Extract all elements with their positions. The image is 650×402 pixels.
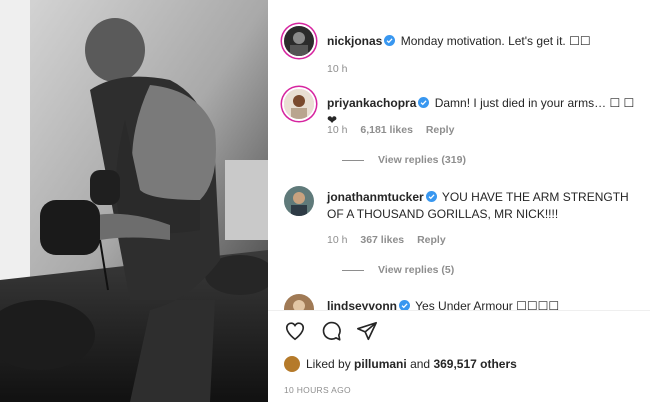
- comments-panel: nickjonas Monday motivation. Let's get i…: [268, 0, 650, 402]
- caption-meta: 10 h: [327, 63, 357, 75]
- commenter-avatar-image: [284, 186, 314, 216]
- verified-icon: [425, 191, 437, 202]
- comment-likes[interactable]: 367 likes: [360, 234, 404, 246]
- liked-by: Liked by pillumani and 369,517 others: [284, 356, 517, 372]
- instagram-post: nickjonas Monday motivation. Let's get i…: [0, 0, 650, 402]
- liked-by-prefix: Liked by: [306, 357, 351, 371]
- reply-button[interactable]: Reply: [426, 124, 455, 136]
- comment-button[interactable]: [320, 320, 342, 342]
- caption-time[interactable]: 10 h: [327, 63, 347, 75]
- post-video[interactable]: [0, 0, 268, 402]
- caption-body: Monday motivation. Let's get it. ☐☐: [400, 34, 591, 48]
- comment-icon: [322, 321, 341, 341]
- likes-count[interactable]: 369,517 others: [433, 357, 516, 371]
- commenter-avatar[interactable]: [284, 89, 314, 119]
- view-replies-label: View replies (5): [378, 264, 455, 276]
- caption-text: nickjonas Monday motivation. Let's get i…: [327, 33, 591, 50]
- author-avatar[interactable]: [284, 26, 314, 56]
- commenter-avatar[interactable]: [284, 294, 314, 310]
- commenter-avatar-image: [284, 294, 314, 310]
- reply-button[interactable]: Reply: [417, 234, 446, 246]
- share-icon: [357, 321, 377, 341]
- view-replies-button[interactable]: View replies (319): [342, 154, 466, 166]
- view-replies-button[interactable]: View replies (5): [342, 264, 454, 276]
- commenter-username[interactable]: lindseyvonn: [327, 299, 397, 310]
- commenter-username[interactable]: priyankachopra: [327, 96, 416, 110]
- verified-icon: [418, 97, 430, 108]
- commenter-avatar-image: [284, 89, 314, 119]
- comment-time[interactable]: 10 h: [327, 124, 347, 136]
- verified-icon: [384, 35, 396, 46]
- liked-by-middle: and: [410, 357, 431, 371]
- author-username[interactable]: nickjonas: [327, 34, 382, 48]
- comment-time[interactable]: 10 h: [327, 234, 347, 246]
- comment-likes[interactable]: 6,181 likes: [360, 124, 413, 136]
- view-replies-label: View replies (319): [378, 154, 466, 166]
- replies-divider: [342, 269, 364, 271]
- commenter-username[interactable]: jonathanmtucker: [327, 190, 424, 204]
- comment-list[interactable]: nickjonas Monday motivation. Let's get i…: [268, 0, 650, 310]
- divider: [268, 310, 650, 311]
- author-avatar-image: [284, 26, 314, 56]
- comment-body: Yes Under Armour ☐☐☐☐: [415, 299, 560, 310]
- comment-text: jonathanmtucker YOU HAVE THE ARM STRENGT…: [327, 189, 647, 223]
- share-button[interactable]: [356, 320, 378, 342]
- like-button[interactable]: [284, 320, 306, 342]
- workout-photo: [0, 0, 268, 402]
- replies-divider: [342, 159, 364, 161]
- commenter-avatar[interactable]: [284, 186, 314, 216]
- comment-meta: 10 h 6,181 likes Reply: [327, 124, 464, 136]
- comment-meta: 10 h 367 likes Reply: [327, 234, 456, 246]
- liker-avatar[interactable]: [284, 356, 300, 372]
- comment-text: lindseyvonn Yes Under Armour ☐☐☐☐: [327, 298, 559, 310]
- heart-icon: [285, 322, 305, 341]
- action-bar: [284, 320, 378, 342]
- verified-icon: [399, 300, 411, 310]
- liker-username[interactable]: pillumani: [354, 357, 407, 371]
- post-timestamp[interactable]: 10 HOURS AGO: [284, 385, 351, 395]
